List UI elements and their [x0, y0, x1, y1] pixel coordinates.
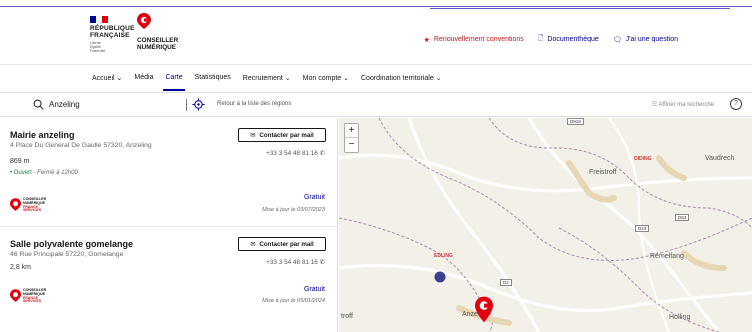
results-list: Mairie anzeling 4 Place Du General De Ga…: [0, 118, 338, 332]
result-address: 46 Rue Principale 57220, Gomelange: [10, 251, 124, 258]
mail-icon: ✉: [250, 131, 256, 139]
nav-accueil[interactable]: Accueil ⌄: [92, 74, 122, 82]
contact-mail-button[interactable]: ✉ Contacter par mail: [238, 237, 326, 251]
road-sign: D2: [500, 279, 512, 286]
badge-line: SERVICES: [23, 208, 42, 213]
search-bar: Anzeling Retour à la liste des régions ☷…: [0, 92, 752, 117]
nav-mon-compte[interactable]: Mon compte ⌄: [303, 74, 349, 82]
nav-statistiques[interactable]: Statistiques: [195, 74, 231, 82]
badge-line: SERVICES: [23, 299, 42, 304]
phone-icon: ✆: [319, 150, 325, 157]
result-title: Salle polyvalente gomelange: [10, 239, 134, 249]
conseiller-numerique-badge: CONSEILLER NUMÉRIQUE FRANCE SERVICES: [10, 197, 70, 216]
road-sign: D918: [567, 118, 584, 125]
list-item[interactable]: Mairie anzeling 4 Place Du General De Ga…: [0, 118, 337, 226]
map-marker-icon[interactable]: [475, 296, 493, 323]
cn-line2: NUMÉRIQUE: [137, 44, 177, 51]
road-sign: D63: [675, 214, 690, 221]
marianne-flag-icon: [90, 16, 108, 23]
nav-media[interactable]: Média: [134, 74, 153, 82]
map-hamlet-label: DIDING: [634, 156, 652, 162]
cn-line1: CONSEILLER: [137, 37, 179, 44]
search-icon: [33, 99, 44, 110]
last-updated: Mise à jour le 05/01/2024: [262, 298, 325, 304]
conseiller-numerique-badge: CONSEILLER NUMÉRIQUE FRANCE SERVICES: [10, 288, 70, 307]
documentheque-link[interactable]: 🗋 Documenthèque: [538, 34, 599, 45]
header-tools: ★ Renouvellement conventions 🗋 Documenth…: [424, 34, 678, 45]
main-nav: Accueil ⌄ Média Carte Statistiques Recru…: [0, 64, 752, 92]
nav-carte[interactable]: Carte: [163, 74, 185, 91]
phone-number[interactable]: +33 3 54 48 81 16 ✆: [266, 149, 325, 157]
star-icon: ★: [423, 36, 430, 44]
zoom-control: + −: [344, 123, 359, 153]
result-title: Mairie anzeling: [10, 130, 75, 140]
phone-number[interactable]: +33 3 54 48 81 16 ✆: [266, 258, 325, 266]
result-distance: 2,8 km: [10, 264, 32, 271]
price-badge: Gratuit: [303, 194, 325, 201]
back-to-regions-link[interactable]: Retour à la liste des régions: [217, 101, 291, 107]
top-underline-strip: [0, 0, 752, 12]
conseiller-numerique-pin-icon: [137, 13, 151, 29]
documentheque-label: Documenthèque: [547, 36, 599, 43]
conseiller-numerique-pin-icon: [10, 289, 21, 302]
conseiller-numerique-pin-icon: [10, 198, 21, 211]
renouvellement-label: Renouvellement conventions: [433, 36, 524, 43]
question-label: J'ai une question: [625, 36, 678, 43]
list-item[interactable]: Salle polyvalente gomelange 46 Rue Princ…: [0, 227, 337, 332]
geolocate-icon[interactable]: [192, 98, 205, 111]
phone-text: +33 3 54 48 81 16: [266, 150, 318, 157]
user-location-icon: [434, 271, 446, 283]
map-place-label: Holling: [669, 314, 691, 321]
closing-time: - Fermé à 12h00: [31, 170, 78, 176]
map-place-label: Freistroff: [589, 169, 617, 176]
document-icon: 🗋: [537, 35, 544, 42]
motto-line: Fraternité: [90, 49, 106, 53]
opening-status: • Ouvert - Fermé à 12h00: [10, 170, 78, 176]
refine-search-button[interactable]: ☷ Affiner ma recherche: [652, 101, 714, 108]
conseiller-numerique-logo[interactable]: CONSEILLER NUMÉRIQUE: [137, 13, 197, 51]
phone-icon: ✆: [319, 259, 325, 266]
result-distance: 869 m: [10, 158, 30, 165]
refine-label: Affiner ma recherche: [658, 102, 714, 108]
map-place-label: troff: [341, 313, 353, 320]
renouvellement-link[interactable]: ★ Renouvellement conventions: [424, 34, 524, 45]
separator: [186, 99, 187, 111]
search-input[interactable]: Anzeling: [49, 100, 80, 109]
road-sign: D23: [635, 225, 650, 232]
nav-coordination[interactable]: Coordination territoriale ⌄: [361, 74, 442, 82]
map-place-label: Rémelfang: [650, 253, 684, 260]
mail-icon: ✉: [250, 240, 256, 248]
contact-mail-button[interactable]: ✉ Contacter par mail: [238, 128, 326, 142]
map-hamlet-label: EDLING: [434, 253, 453, 259]
underline: [0, 6, 752, 7]
republic-line2: FRANÇAISE: [90, 32, 130, 39]
republic-line1: RÉPUBLIQUE: [90, 25, 135, 32]
map-view[interactable]: + − Freistroff Vaudrech Rémelfang Hollin…: [339, 118, 752, 332]
site-header: RÉPUBLIQUE FRANÇAISE Liberté Égalité Fra…: [0, 12, 752, 64]
question-link[interactable]: 🗨 J'ai une question: [613, 34, 678, 45]
map-place-label: Vaudrech: [705, 155, 735, 162]
open-status: • Ouvert: [10, 170, 32, 176]
underline: [430, 8, 730, 9]
phone-text: +33 3 54 48 81 16: [266, 259, 318, 266]
chat-icon: 🗨: [612, 36, 622, 44]
zoom-out-button[interactable]: −: [345, 138, 358, 152]
price-badge: Gratuit: [303, 286, 325, 293]
result-address: 4 Place Du General De Gaulle 57320, Anze…: [10, 142, 152, 149]
nav-recrutement[interactable]: Recrutement ⌄: [243, 74, 291, 82]
help-icon[interactable]: ?: [730, 98, 742, 110]
republique-francaise-logo[interactable]: RÉPUBLIQUE FRANÇAISE Liberté Égalité Fra…: [90, 16, 142, 53]
contact-label: Contacter par mail: [259, 240, 314, 248]
last-updated: Mise à jour le 03/07/2023: [262, 207, 325, 213]
zoom-in-button[interactable]: +: [345, 124, 358, 138]
map-canvas: [339, 118, 752, 332]
contact-label: Contacter par mail: [259, 131, 314, 139]
